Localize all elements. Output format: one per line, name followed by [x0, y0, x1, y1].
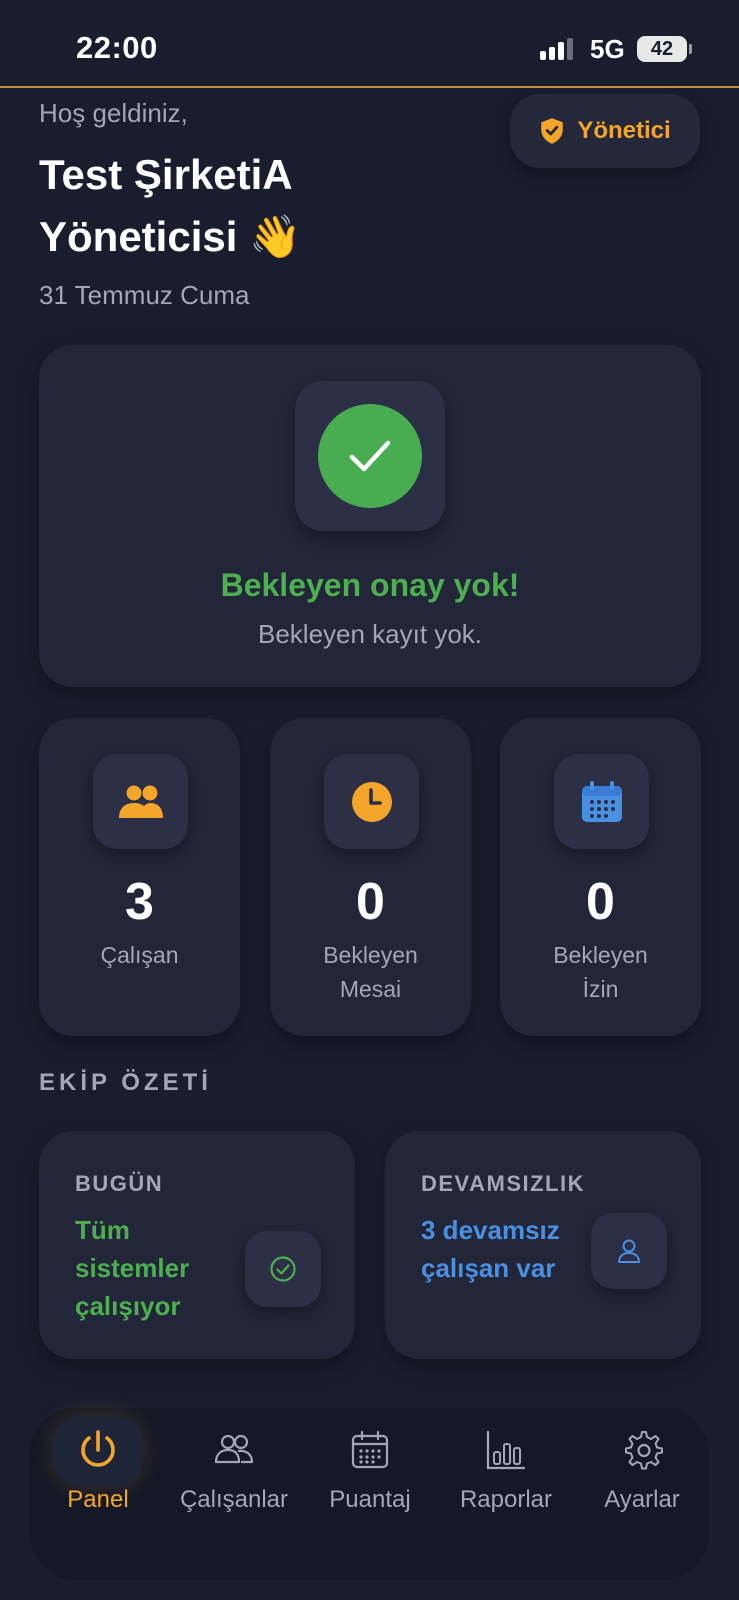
tab-employees[interactable]: Çalışanlar: [166, 1408, 302, 1528]
calendar-icon: [351, 1430, 389, 1469]
tab-panel[interactable]: Panel: [30, 1408, 166, 1528]
stat-label-line1: Bekleyen: [553, 942, 648, 968]
approval-subtitle: Bekleyen kayıt yok.: [258, 619, 482, 649]
gear-icon: [625, 1431, 663, 1470]
page-title-line1: Test ŞirketiA: [39, 151, 293, 198]
stat-label-line1: Bekleyen: [323, 942, 418, 968]
section-title: EKİP ÖZETİ: [39, 1069, 212, 1096]
page-title: Test ŞirketiA Yöneticisi 👋: [39, 144, 459, 268]
stat-value-leave: 0: [586, 873, 615, 931]
summary-heading: BUGÜN: [75, 1171, 164, 1196]
approval-icon-box: [295, 381, 445, 531]
power-icon: [81, 1430, 115, 1467]
stat-icon-box: [554, 754, 649, 849]
summary-heading: DEVAMSIZLIK: [421, 1171, 585, 1196]
network-type: 5G: [590, 34, 625, 64]
users-icon: [118, 785, 163, 818]
stat-icon-box: [324, 754, 419, 849]
tab-reports[interactable]: Raporlar: [438, 1408, 574, 1528]
tab-settings[interactable]: Ayarlar: [574, 1408, 710, 1528]
bar-chart-icon: [486, 1430, 526, 1470]
clock-icon: [351, 781, 392, 822]
status-bar: 22:00 5G 42: [0, 0, 739, 88]
battery-icon: 42: [637, 36, 687, 62]
summary-card-absence[interactable]: DEVAMSIZLIK 3 devamsız çalışan var: [385, 1131, 701, 1359]
stat-label-line2: Mesai: [339, 976, 402, 1002]
role-badge-label: Yönetici: [577, 117, 671, 144]
signal-icon: [540, 38, 578, 60]
tab-label: Ayarlar: [604, 1486, 680, 1513]
stat-label-line2: İzin: [582, 976, 619, 1002]
calendar-icon: [581, 780, 622, 822]
summary-text: 3 devamsız çalışan var: [421, 1215, 560, 1283]
role-badge[interactable]: Yönetici: [510, 94, 700, 168]
stat-label: Bekleyen Mesai: [270, 938, 471, 1006]
status-time: 22:00: [76, 30, 158, 65]
tab-timesheet[interactable]: Puantaj: [302, 1408, 438, 1528]
check-circle-icon: [245, 1231, 321, 1307]
date-text: 31 Temmuz Cuma: [39, 280, 250, 310]
tab-label: Çalışanlar: [179, 1486, 289, 1513]
stat-label: Bekleyen İzin: [500, 938, 701, 1006]
stat-value-employees: 3: [125, 873, 154, 931]
bottom-tab-bar: Panel Çalışanlar Puantaj Raporlar Ayarla…: [30, 1408, 709, 1580]
users-icon: [214, 1434, 254, 1464]
approval-title: Bekleyen onay yok!: [220, 567, 520, 603]
stat-label-line1: Çalışan: [100, 942, 179, 968]
check-circle-icon: [318, 404, 422, 508]
user-icon: [591, 1213, 667, 1289]
greeting-text: Hoş geldiniz,: [39, 98, 188, 128]
summary-card-today[interactable]: BUGÜN Tüm sistemler çalışıyor: [39, 1131, 355, 1359]
shield-icon: [541, 118, 564, 144]
page-title-line2: Yöneticisi 👋: [39, 213, 302, 260]
tab-label: Panel: [67, 1486, 129, 1513]
tab-label: Puantaj: [329, 1486, 411, 1513]
tab-label: Raporlar: [459, 1486, 553, 1513]
stat-value-overtime: 0: [356, 873, 385, 931]
summary-text: Tüm sistemler çalışıyor: [75, 1215, 190, 1321]
stat-label: Çalışan: [39, 938, 240, 972]
stat-icon-box: [93, 754, 188, 849]
battery-tip: [689, 44, 692, 54]
approval-card[interactable]: Bekleyen onay yok! Bekleyen kayıt yok.: [39, 345, 701, 687]
